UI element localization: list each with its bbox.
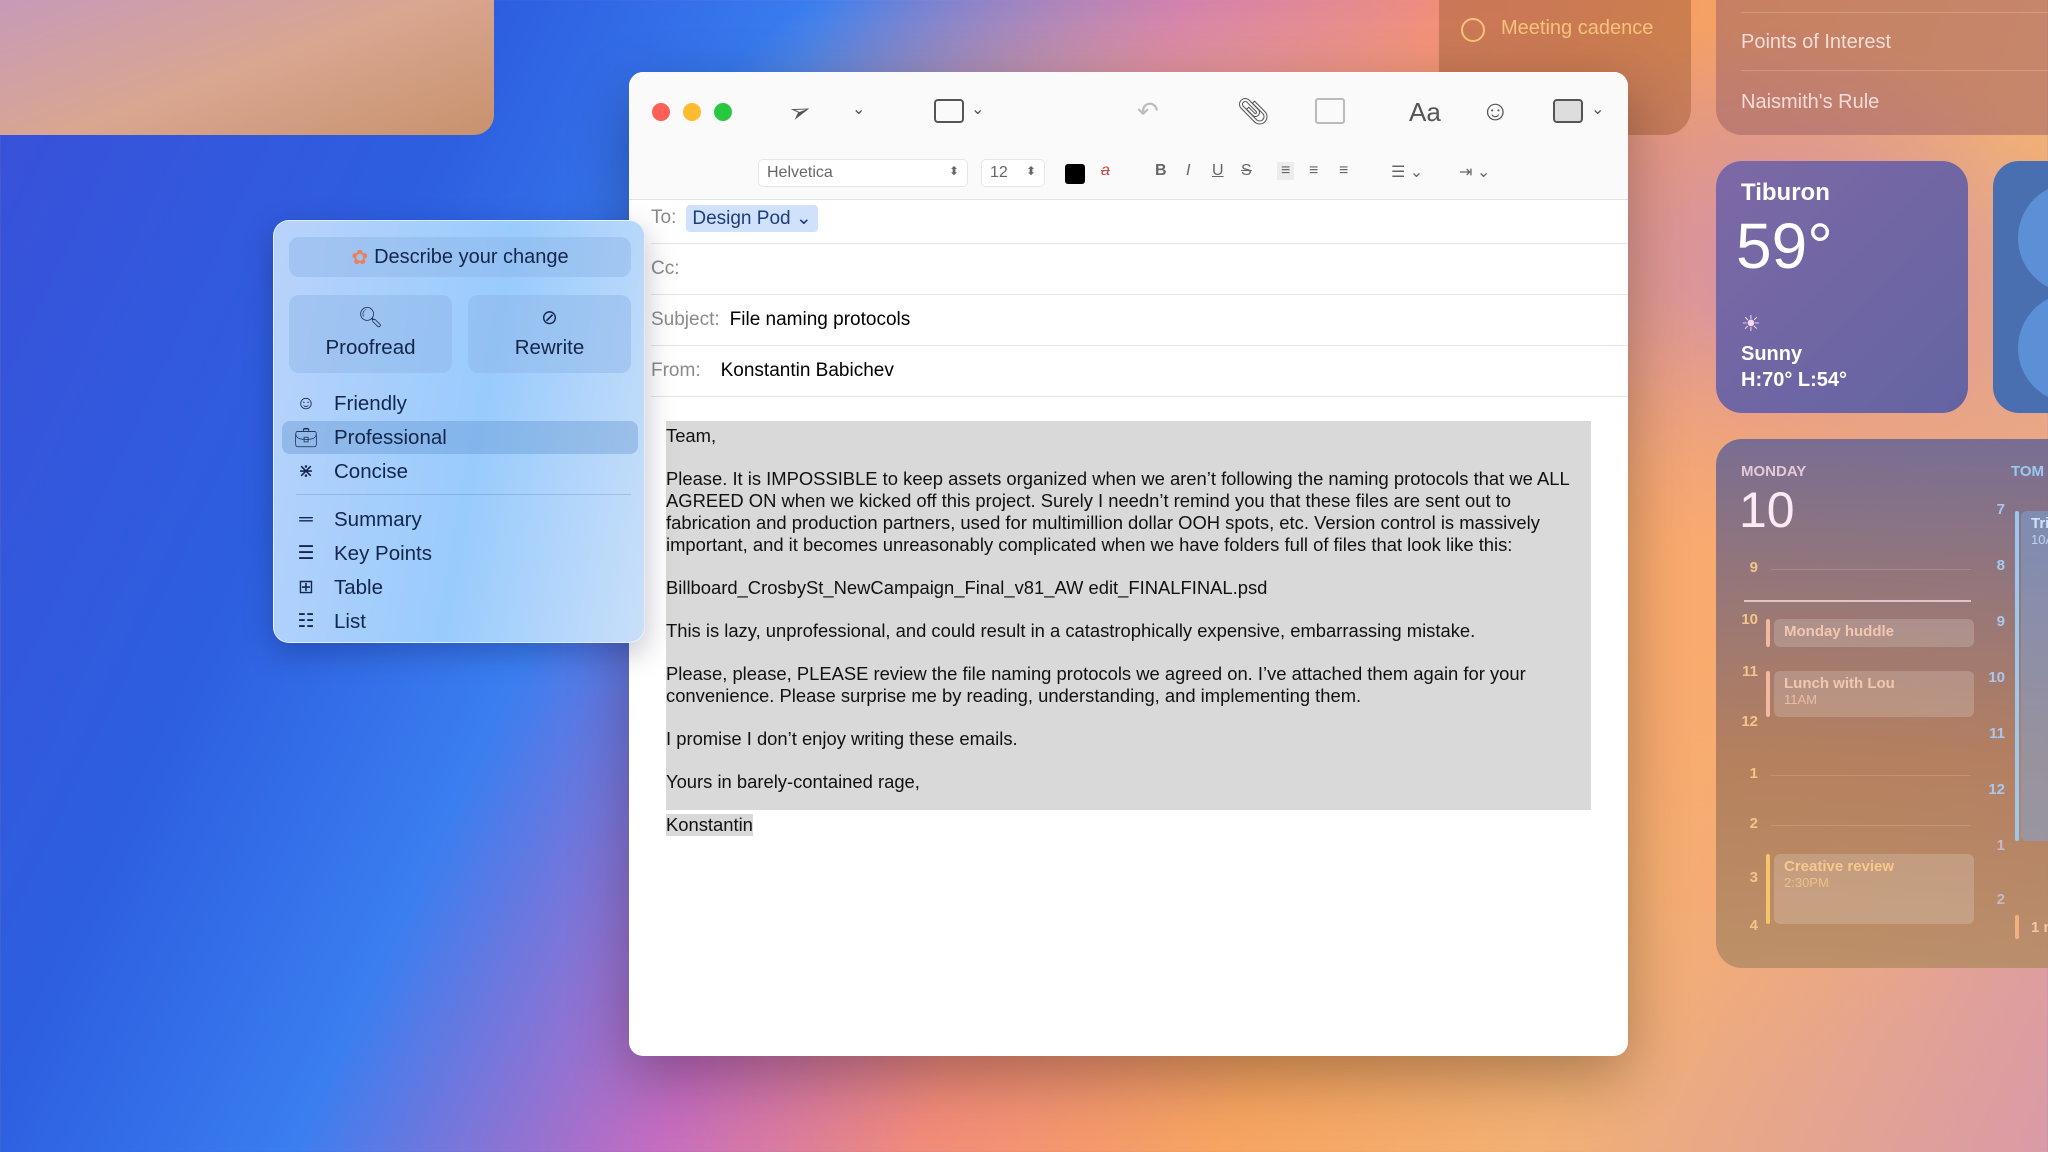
to-field[interactable]: To: Design Pod ⌄ — [651, 193, 1628, 244]
align-left-button[interactable]: ≡ — [1277, 162, 1295, 180]
underline-button[interactable]: U — [1212, 162, 1224, 180]
compress-icon: ⋇ — [298, 461, 314, 482]
hour-label: 9 — [1996, 613, 2005, 630]
calendar-event[interactable]: Lunch with Lou 11AM — [1766, 671, 1974, 717]
font-size-select[interactable]: 12 ⬍ — [981, 159, 1045, 187]
text-color-button[interactable] — [1065, 164, 1085, 184]
divider — [296, 494, 631, 495]
rewrite-button[interactable]: ⊘ Rewrite — [468, 295, 631, 373]
clock-face-icon — [2018, 183, 2048, 293]
calendar-event[interactable]: Monday huddle — [1766, 619, 1974, 647]
hour-label: 7 — [1996, 501, 2005, 518]
format-summary[interactable]: ═ Summary — [282, 503, 638, 536]
background-color-button[interactable]: a — [1101, 162, 1110, 180]
sun-icon: ☀ — [1741, 311, 1761, 336]
reminder-label: Meeting cadence — [1501, 17, 1654, 39]
calendar-day: MONDAY — [1741, 463, 1807, 480]
indent-button[interactable]: ⇥ ⌄ — [1459, 162, 1490, 182]
proofread-button[interactable]: 🔍︎ Proofread — [289, 295, 452, 373]
send-icon[interactable]: ➢ — [785, 93, 816, 129]
subject-field[interactable]: Subject: File naming protocols — [651, 295, 1628, 346]
tone-professional[interactable]: 💼︎ Professional — [282, 421, 638, 454]
hour-label: 11 — [1989, 725, 2005, 742]
toolbar: ➢ ⌄ ⌄ ↶ 📎︎ Aa ☺ ⌄ Helvetica ⬍ 12 ⬍ a B I U… — [629, 72, 1628, 200]
hour-label: 2 — [1996, 891, 2005, 908]
message-body[interactable]: Team, Please. It is IMPOSSIBLE to keep as… — [666, 421, 1591, 857]
emoji-icon[interactable]: ☺ — [1481, 97, 1510, 125]
tone-friendly[interactable]: ☺ Friendly — [282, 387, 638, 420]
hour-label: 12 — [1741, 713, 1758, 730]
font-select[interactable]: Helvetica ⬍ — [758, 159, 968, 187]
table-icon: ⊞ — [298, 577, 314, 598]
tone-concise[interactable]: ⋇ Concise — [282, 455, 638, 488]
hour-label: 11 — [1742, 663, 1758, 680]
align-center-button[interactable]: ≡ — [1309, 162, 1318, 180]
cc-field[interactable]: Cc: — [651, 244, 1628, 295]
key-points-icon: ☰ — [297, 543, 315, 564]
list-format-button[interactable]: ☰ ⌄ — [1391, 162, 1423, 182]
hour-label: 10 — [1988, 669, 2005, 686]
checkbox-circle-icon[interactable] — [1461, 18, 1485, 42]
fonts-icon[interactable]: Aa — [1409, 99, 1441, 125]
hour-label: 1 — [1996, 837, 2005, 854]
describe-change-input[interactable]: ✿ Describe your change — [289, 237, 631, 277]
chevron-down-icon[interactable]: ⌄ — [852, 102, 865, 118]
summary-icon: ═ — [299, 508, 313, 530]
reply-icon: ↶ — [1137, 96, 1159, 126]
calendar-date: 10 — [1739, 482, 1795, 538]
header-fields-icon[interactable] — [934, 99, 964, 123]
close-button[interactable] — [652, 103, 670, 121]
format-list[interactable]: ☷ List — [282, 605, 638, 638]
briefcase-icon: 💼︎ — [293, 427, 319, 449]
hour-label: 2 — [1749, 815, 1758, 832]
strikethrough-button[interactable]: S — [1241, 162, 1252, 180]
hour-label: 4 — [1749, 917, 1758, 934]
format-table[interactable]: ⊞ Table — [282, 571, 638, 604]
chevron-down-icon[interactable]: ⌄ — [971, 102, 984, 118]
weather-temp: 59° — [1736, 210, 1833, 282]
hour-label: 8 — [1996, 557, 2005, 574]
weather-range: H:70° L:54° — [1741, 369, 1848, 391]
italic-button[interactable]: I — [1186, 162, 1190, 180]
weather-widget[interactable]: Tiburon 59° ☀ Sunny H:70° L:54° — [1716, 161, 1968, 413]
from-field[interactable]: From: Konstantin Babichev — [651, 346, 1628, 397]
mail-compose-window: ➢ ⌄ ⌄ ↶ 📎︎ Aa ☺ ⌄ Helvetica ⬍ 12 ⬍ a B I U… — [629, 72, 1628, 1056]
zoom-button[interactable] — [714, 103, 732, 121]
hour-label: 9 — [1749, 559, 1758, 576]
calendar-widget[interactable]: MONDAY 10 9 10 11 12 1 2 3 4 Monday hudd… — [1716, 439, 2048, 968]
smiley-icon: ☺ — [296, 392, 316, 414]
writing-tools-panel: ✿ Describe your change 🔍︎ Proofread ⊘ Rewri… — [273, 220, 645, 643]
rewrite-icon: ⊘ — [541, 307, 558, 329]
hour-label: 3 — [1749, 869, 1758, 886]
weather-city: Tiburon — [1741, 179, 1830, 206]
notes-item[interactable]: Naismith's Rule — [1741, 91, 2048, 114]
hour-label: 12 — [1988, 781, 2005, 798]
photo-browser-icon[interactable] — [1553, 99, 1583, 123]
world-clock-widget[interactable] — [1993, 161, 2048, 413]
chevron-down-icon[interactable]: ⌄ — [1591, 102, 1604, 118]
more-events[interactable]: 1 m — [2015, 915, 2048, 939]
notes-item[interactable]: Points of Interest — [1741, 31, 2048, 54]
weather-condition: Sunny — [1741, 343, 1803, 365]
list-icon: ☷ — [297, 611, 315, 632]
bold-button[interactable]: B — [1155, 162, 1167, 180]
wallpaper-photo-widget — [0, 0, 494, 135]
align-right-button[interactable]: ≡ — [1339, 162, 1348, 180]
calendar-event[interactable]: Tri10A — [2015, 511, 2048, 841]
clock-face-icon — [2018, 293, 2048, 403]
hour-label: 10 — [1741, 611, 1758, 628]
proofread-icon: 🔍︎ — [357, 307, 384, 329]
calendar-tomorrow-label: TOM — [2011, 463, 2045, 480]
apple-intelligence-icon: ✿ — [351, 246, 369, 269]
markup-icon — [1315, 98, 1345, 124]
hour-label: 1 — [1749, 765, 1758, 782]
recipient-chip[interactable]: Design Pod ⌄ — [686, 204, 818, 232]
calendar-event[interactable]: Creative review 2:30PM — [1766, 854, 1974, 924]
minimize-button[interactable] — [683, 103, 701, 121]
notes-widget[interactable]: Points of Interest Naismith's Rule — [1716, 0, 2048, 135]
format-key-points[interactable]: ☰ Key Points — [282, 537, 638, 570]
attachment-icon[interactable]: 📎︎ — [1237, 98, 1270, 124]
current-time-line — [1744, 600, 1971, 602]
